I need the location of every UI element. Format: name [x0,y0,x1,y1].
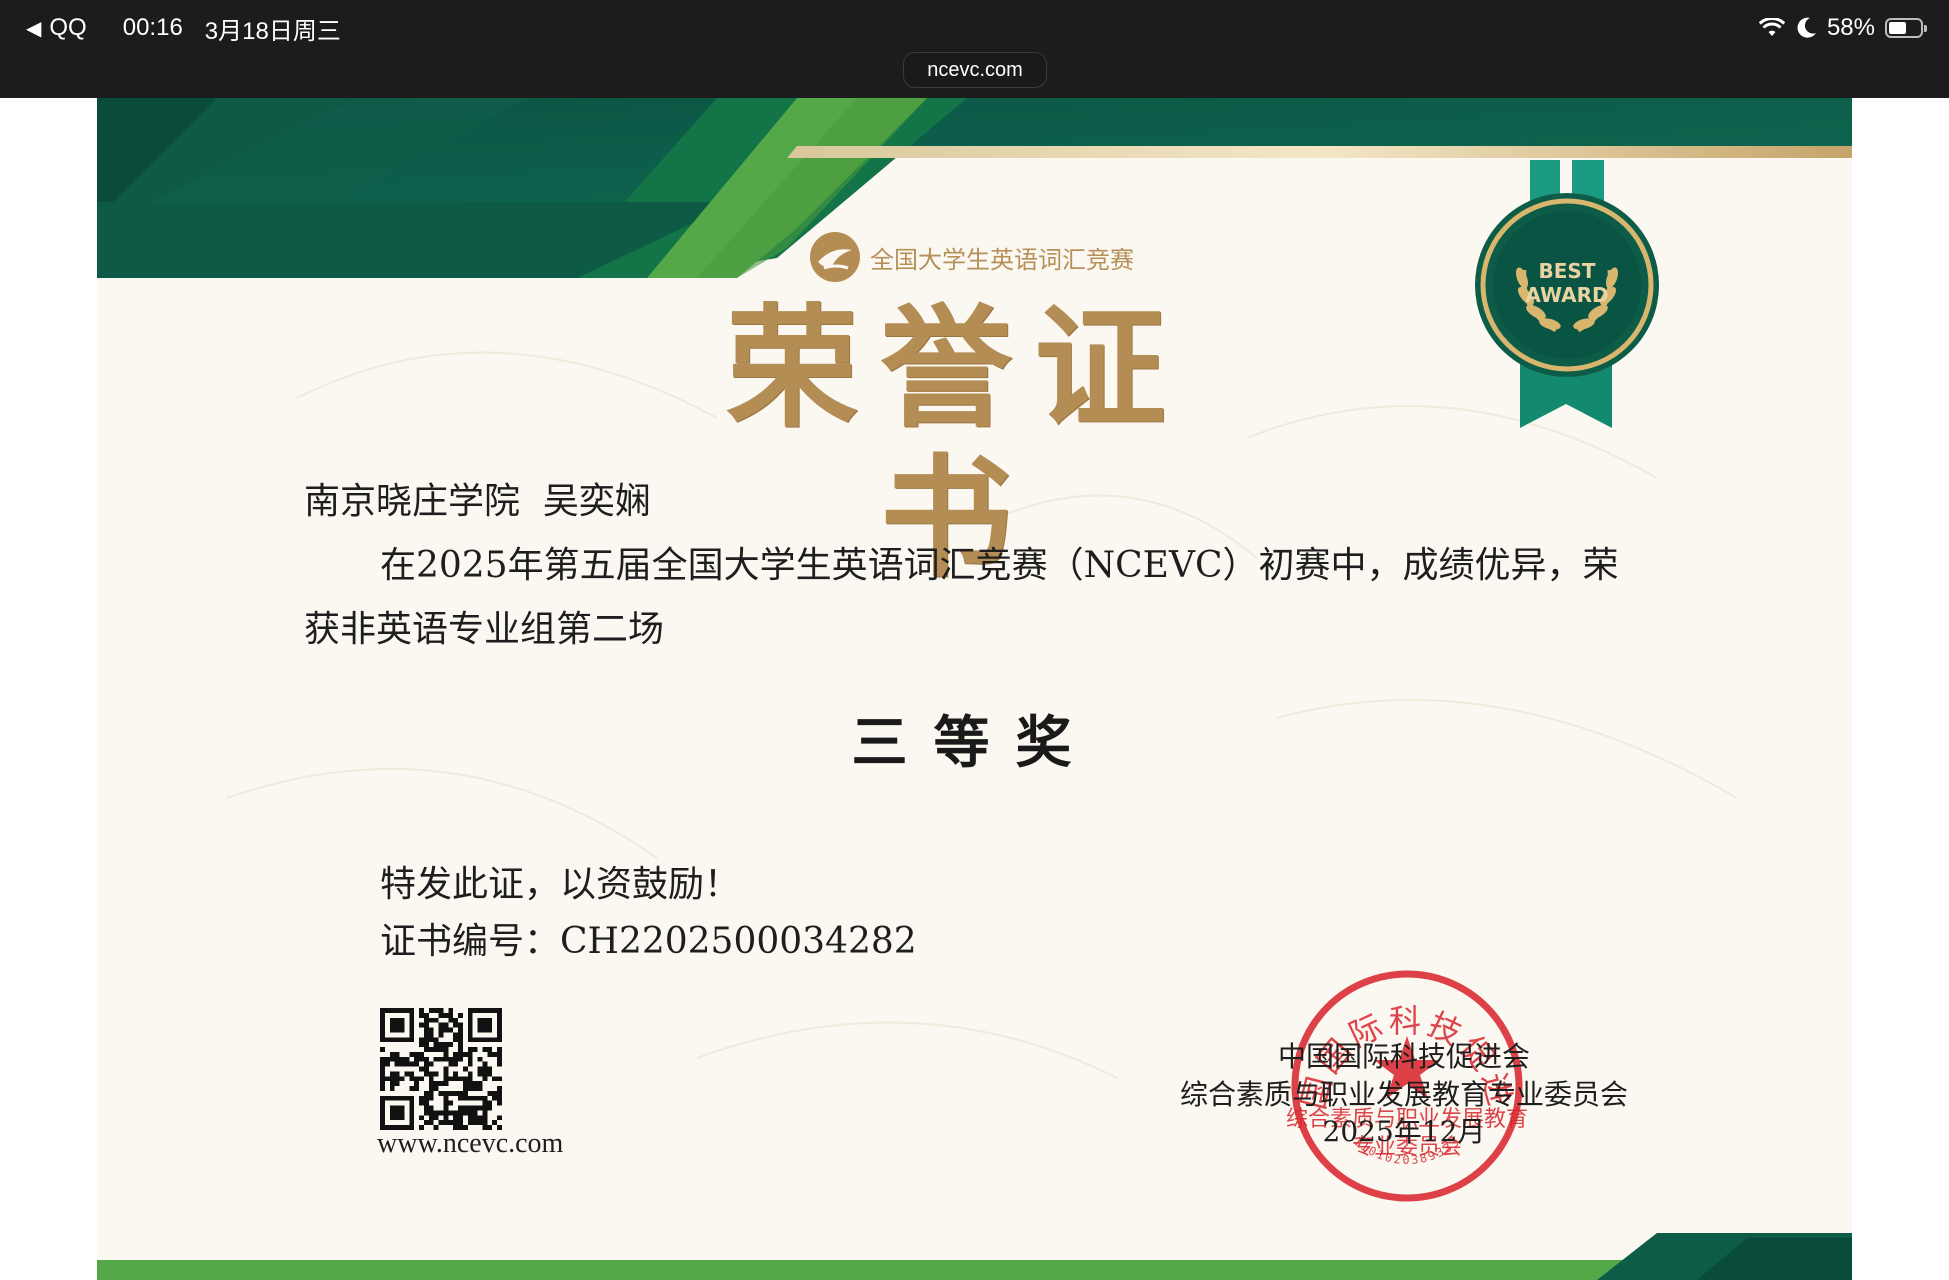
status-time: 00:16 [122,14,183,41]
wifi-icon [1758,18,1785,38]
battery-level [1889,22,1906,34]
award-description: 在2025年第五届全国大学生英语词汇竞赛（NCEVC）初赛中，成绩优异，荣获非英… [304,545,1619,650]
badge-line1: BEST [1539,259,1596,283]
best-award-badge: BEST AWARD [1472,160,1662,434]
certificate: 全国大学生英语词汇竞赛 荣誉证书 BEST AWARD 南京晓庄学院 吴奕娴 在… [97,98,1852,1280]
award-level: 三等奖 [851,710,1098,776]
moon-icon [1797,17,1817,39]
back-app-label[interactable]: QQ [49,14,86,42]
issuer-name: 中国国际科技促进会 [1277,1040,1530,1073]
battery-icon [1885,18,1927,38]
battery-percent: 58% [1826,14,1875,41]
competition-logo-text: 全国大学生英语词汇竞赛 [870,245,1134,274]
status-left: ◀ QQ 00:16 3月18日周三 [26,12,341,45]
status-bar: ◀ QQ 00:16 3月18日周三 58% ncevc.com [0,0,1949,98]
back-to-app-icon[interactable]: ◀ [26,16,41,41]
competition-logo-icon [810,232,860,282]
badge-line2: AWARD [1525,283,1608,307]
issue-date: 2025年12月 [1322,1115,1486,1148]
recipient-name: 南京晓庄学院 吴奕娴 [304,481,651,522]
closing-text: 特发此证，以资鼓励！ [380,864,741,905]
certificate-number: 证书编号：CH2202500034282 [380,921,917,962]
status-date: 3月18日周三 [204,17,341,45]
status-right: 58% [1758,12,1927,44]
url-bar[interactable]: ncevc.com [903,52,1047,88]
competition-logo: 全国大学生英语词汇竞赛 [808,230,1134,284]
website-url[interactable]: www.ncevc.com [377,1128,563,1160]
qr-code[interactable] [380,1008,502,1134]
issuer-committee: 综合素质与职业发展教育专业委员会 [1179,1078,1628,1111]
